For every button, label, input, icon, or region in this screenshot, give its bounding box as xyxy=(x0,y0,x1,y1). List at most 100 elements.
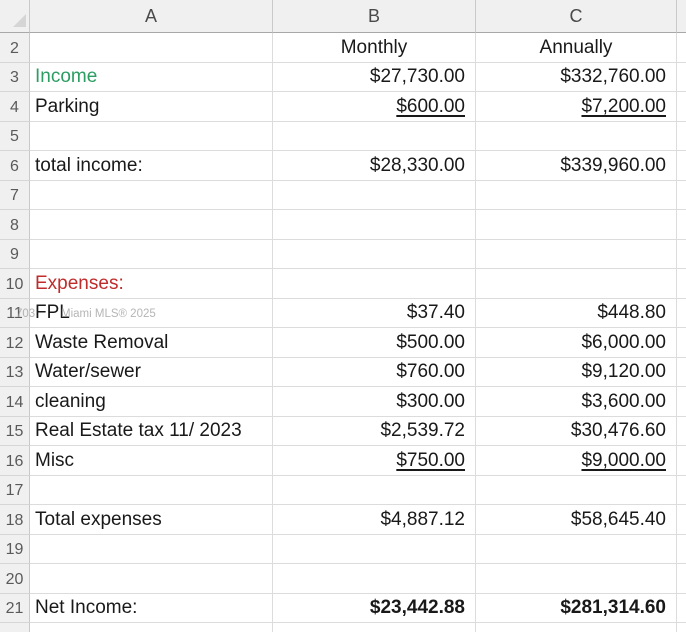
cell-a14[interactable]: cleaning xyxy=(30,387,273,417)
cell-c17[interactable] xyxy=(476,476,677,506)
cell-d15[interactable] xyxy=(677,417,686,447)
cell-d19[interactable] xyxy=(677,535,686,565)
cell-a22[interactable] xyxy=(30,623,273,632)
cell-c7[interactable] xyxy=(476,181,677,211)
row-header-18[interactable]: 18 xyxy=(0,505,30,535)
cell-a3[interactable]: Income xyxy=(30,63,273,93)
row-header-9[interactable]: 9 xyxy=(0,240,30,270)
cell-d7[interactable] xyxy=(677,181,686,211)
cell-a18[interactable]: Total expenses xyxy=(30,505,273,535)
cell-b2[interactable]: Monthly xyxy=(273,33,476,63)
cell-d10[interactable] xyxy=(677,269,686,299)
cell-c22[interactable] xyxy=(476,623,677,632)
cell-d2[interactable] xyxy=(677,33,686,63)
cell-d8[interactable] xyxy=(677,210,686,240)
select-all-button[interactable] xyxy=(0,0,30,33)
cell-b16[interactable]: $750.00 xyxy=(273,446,476,476)
cell-b11[interactable]: $37.40 xyxy=(273,299,476,329)
cell-d14[interactable] xyxy=(677,387,686,417)
row-header-14[interactable]: 14 xyxy=(0,387,30,417)
cell-d9[interactable] xyxy=(677,240,686,270)
cell-a6[interactable]: total income: xyxy=(30,151,273,181)
column-header-c[interactable]: C xyxy=(476,0,677,33)
cell-d3[interactable] xyxy=(677,63,686,93)
row-header-19[interactable]: 19 xyxy=(0,535,30,565)
cell-c16[interactable]: $9,000.00 xyxy=(476,446,677,476)
cell-a7[interactable] xyxy=(30,181,273,211)
cell-b3[interactable]: $27,730.00 xyxy=(273,63,476,93)
cell-a10[interactable]: Expenses: xyxy=(30,269,273,299)
cell-b8[interactable] xyxy=(273,210,476,240)
cell-c2[interactable]: Annually xyxy=(476,33,677,63)
cell-b7[interactable] xyxy=(273,181,476,211)
cell-b4[interactable]: $600.00 xyxy=(273,92,476,122)
cell-c19[interactable] xyxy=(476,535,677,565)
cell-b12[interactable]: $500.00 xyxy=(273,328,476,358)
cell-a17[interactable] xyxy=(30,476,273,506)
cell-d11[interactable] xyxy=(677,299,686,329)
cell-d20[interactable] xyxy=(677,564,686,594)
column-header-a[interactable]: A xyxy=(30,0,273,33)
cell-a19[interactable] xyxy=(30,535,273,565)
row-header-3[interactable]: 3 xyxy=(0,63,30,93)
cell-b20[interactable] xyxy=(273,564,476,594)
cell-d5[interactable] xyxy=(677,122,686,152)
row-header-13[interactable]: 13 xyxy=(0,358,30,388)
row-header-22[interactable]: 22 xyxy=(0,623,30,632)
cell-c20[interactable] xyxy=(476,564,677,594)
cell-d13[interactable] xyxy=(677,358,686,388)
cell-d21[interactable] xyxy=(677,594,686,624)
cell-b9[interactable] xyxy=(273,240,476,270)
row-header-4[interactable]: 4 xyxy=(0,92,30,122)
row-header-15[interactable]: 15 xyxy=(0,417,30,447)
cell-c4[interactable]: $7,200.00 xyxy=(476,92,677,122)
cell-c14[interactable]: $3,600.00 xyxy=(476,387,677,417)
row-header-11[interactable]: 11 xyxy=(0,299,30,329)
cell-c12[interactable]: $6,000.00 xyxy=(476,328,677,358)
cell-a16[interactable]: Misc xyxy=(30,446,273,476)
cell-a13[interactable]: Water/sewer xyxy=(30,358,273,388)
cell-c21[interactable]: $281,314.60 xyxy=(476,594,677,624)
cell-a2[interactable] xyxy=(30,33,273,63)
cell-b15[interactable]: $2,539.72 xyxy=(273,417,476,447)
column-header-d-sliver[interactable] xyxy=(677,0,686,33)
row-header-8[interactable]: 8 xyxy=(0,210,30,240)
cell-c13[interactable]: $9,120.00 xyxy=(476,358,677,388)
cell-b10[interactable] xyxy=(273,269,476,299)
cell-a9[interactable] xyxy=(30,240,273,270)
cell-d18[interactable] xyxy=(677,505,686,535)
cell-b13[interactable]: $760.00 xyxy=(273,358,476,388)
cell-a4[interactable]: Parking xyxy=(30,92,273,122)
row-header-6[interactable]: 6 xyxy=(0,151,30,181)
cell-c10[interactable] xyxy=(476,269,677,299)
cell-a20[interactable] xyxy=(30,564,273,594)
cell-a8[interactable] xyxy=(30,210,273,240)
cell-c5[interactable] xyxy=(476,122,677,152)
cell-a12[interactable]: Waste Removal xyxy=(30,328,273,358)
cell-b22[interactable] xyxy=(273,623,476,632)
cell-c6[interactable]: $339,960.00 xyxy=(476,151,677,181)
row-header-16[interactable]: 16 xyxy=(0,446,30,476)
cell-b6[interactable]: $28,330.00 xyxy=(273,151,476,181)
cell-d22[interactable] xyxy=(677,623,686,632)
row-header-17[interactable]: 17 xyxy=(0,476,30,506)
row-header-5[interactable]: 5 xyxy=(0,122,30,152)
cell-b5[interactable] xyxy=(273,122,476,152)
column-header-b[interactable]: B xyxy=(273,0,476,33)
cell-b14[interactable]: $300.00 xyxy=(273,387,476,417)
cell-d16[interactable] xyxy=(677,446,686,476)
cell-a11[interactable]: FPL xyxy=(30,299,273,329)
cell-b21[interactable]: $23,442.88 xyxy=(273,594,476,624)
row-header-7[interactable]: 7 xyxy=(0,181,30,211)
cell-d17[interactable] xyxy=(677,476,686,506)
cell-b18[interactable]: $4,887.12 xyxy=(273,505,476,535)
cell-b17[interactable] xyxy=(273,476,476,506)
cell-d12[interactable] xyxy=(677,328,686,358)
cell-c3[interactable]: $332,760.00 xyxy=(476,63,677,93)
cell-c18[interactable]: $58,645.40 xyxy=(476,505,677,535)
cell-d6[interactable] xyxy=(677,151,686,181)
cell-a21[interactable]: Net Income: xyxy=(30,594,273,624)
cell-c9[interactable] xyxy=(476,240,677,270)
cell-c11[interactable]: $448.80 xyxy=(476,299,677,329)
row-header-2[interactable]: 2 xyxy=(0,33,30,63)
